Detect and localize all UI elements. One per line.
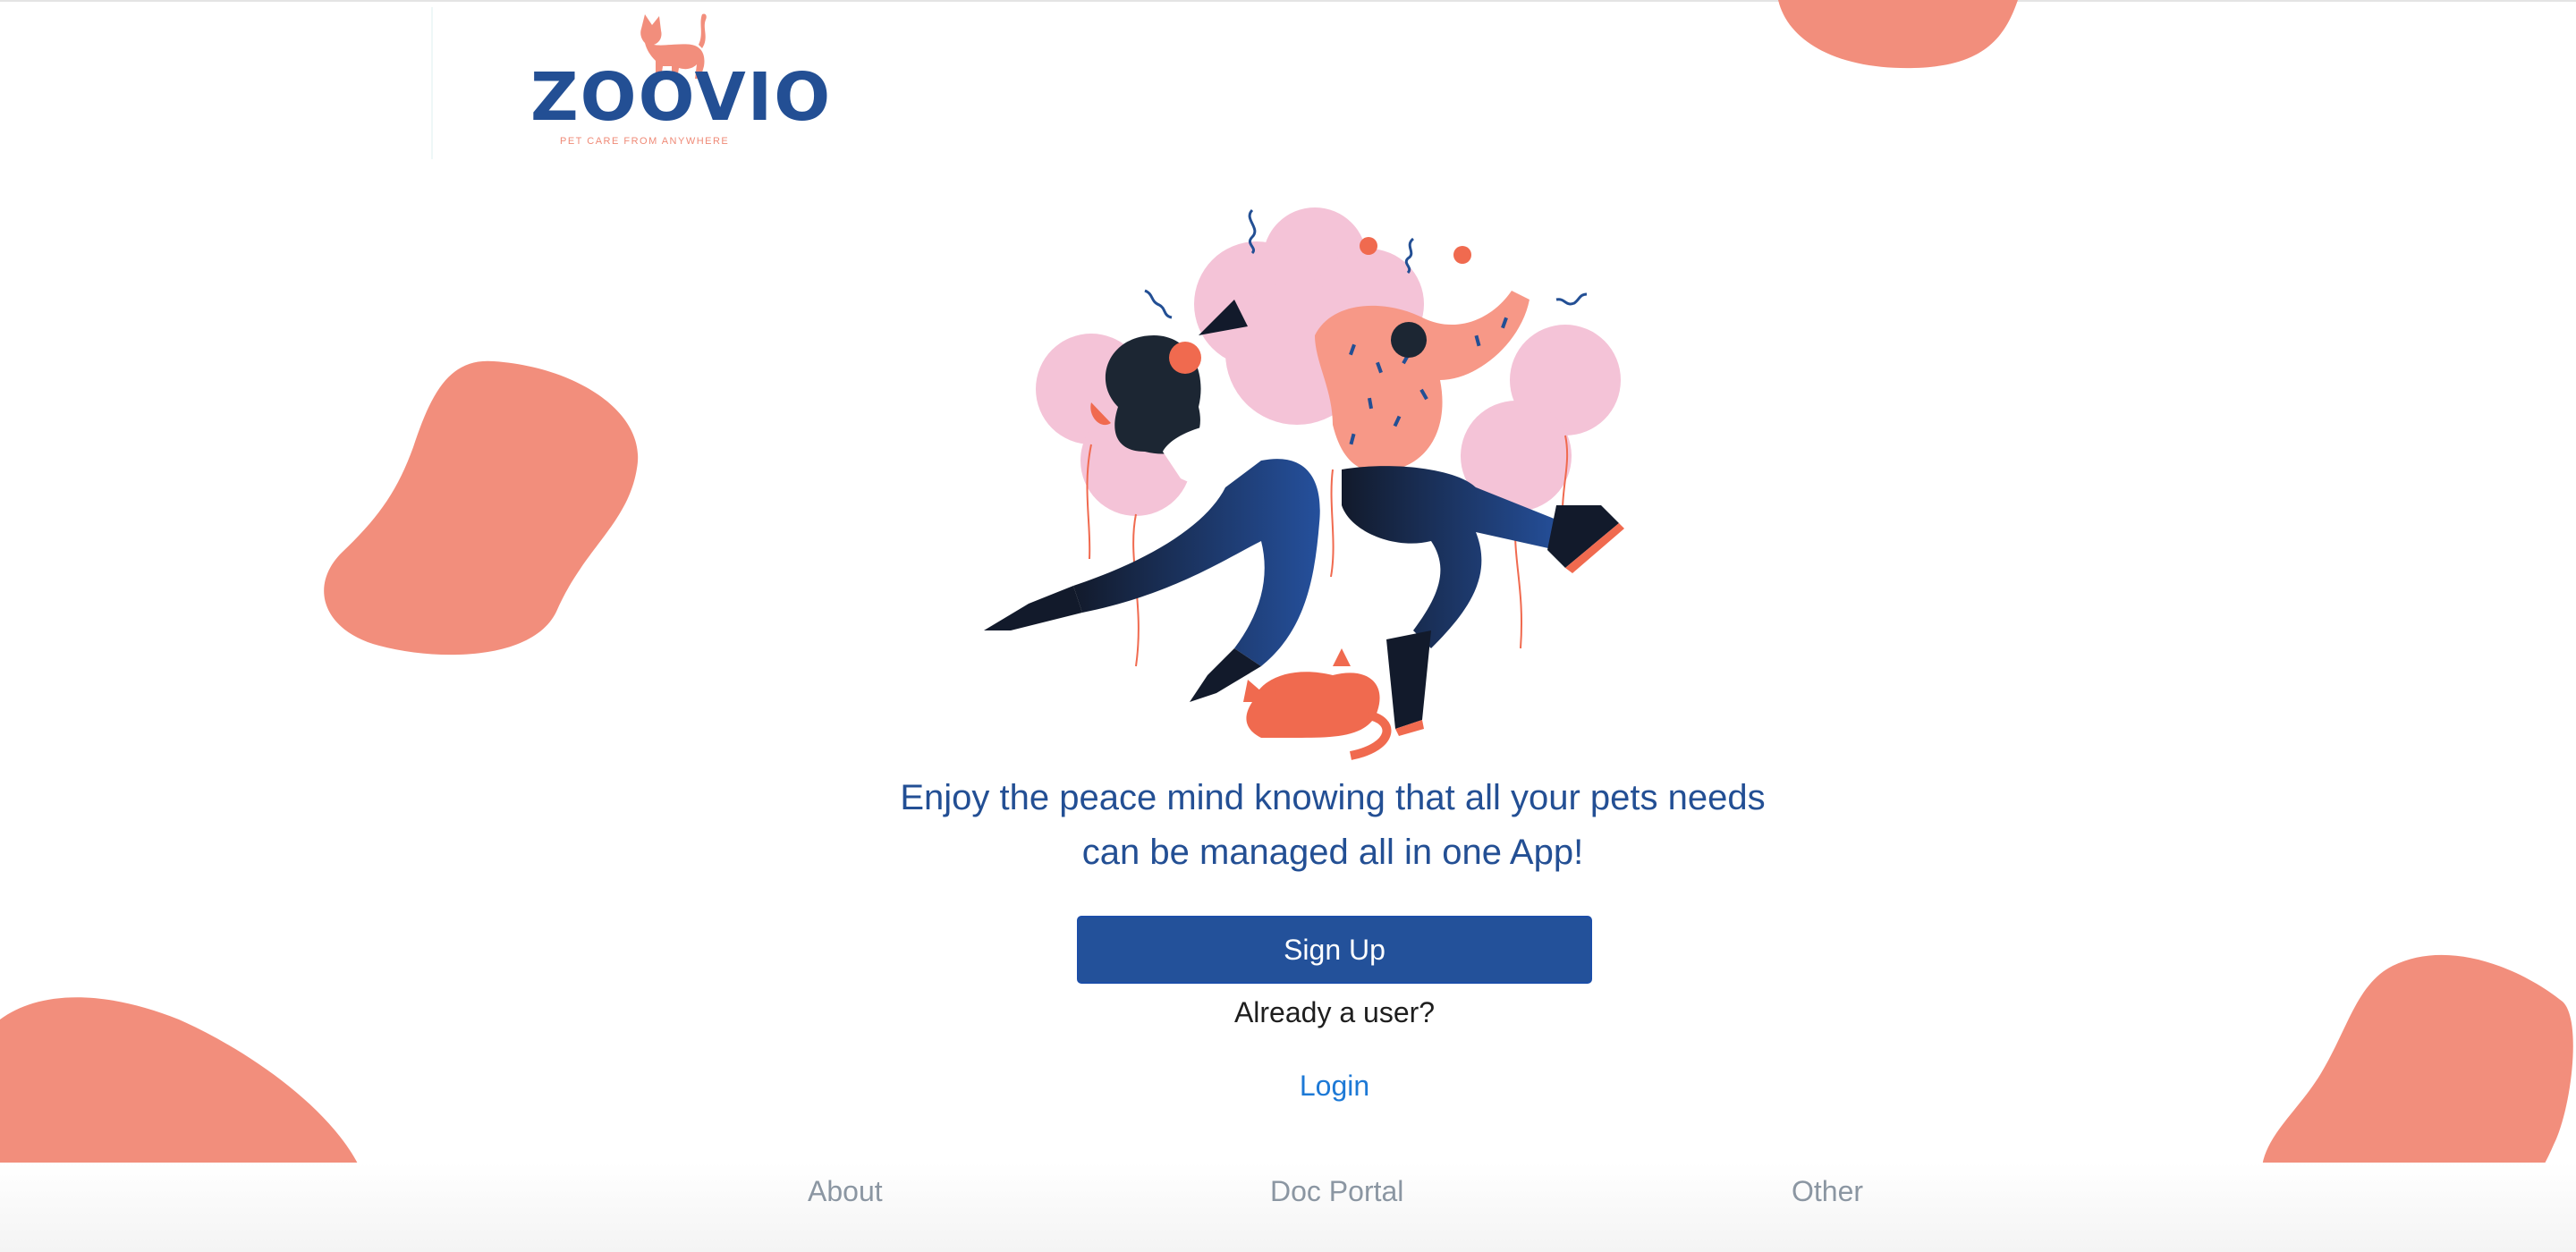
top-border — [0, 0, 2576, 2]
cat-illustration — [1243, 648, 1392, 760]
hero-message-line2: can be managed all in one App! — [1081, 833, 1584, 872]
decor-blob-left — [324, 360, 639, 656]
header-divider — [431, 7, 433, 159]
login-link[interactable]: Login — [1252, 1070, 1417, 1103]
logo-tagline: PET CARE FROM ANYWHERE — [560, 136, 730, 147]
landing-page: ZOOVIO PET CARE FROM ANYWHERE Enjoy the … — [0, 0, 2576, 1252]
sign-up-button[interactable]: Sign Up — [1077, 916, 1592, 984]
footer-link-about[interactable]: About — [808, 1175, 883, 1208]
hero-message: Enjoy the peace mind knowing that all yo… — [841, 771, 1825, 880]
footer-link-doc-portal[interactable]: Doc Portal — [1270, 1175, 1403, 1208]
hero-illustration — [984, 207, 1624, 760]
decor-blob-top-right — [1778, 0, 2018, 69]
already-user-text: Already a user? — [1233, 996, 1436, 1028]
footer-link-other[interactable]: Other — [1792, 1175, 1863, 1208]
man-figure — [1315, 237, 1624, 736]
logo-wordmark: ZOOVIO — [530, 59, 833, 136]
brand-logo[interactable]: ZOOVIO PET CARE FROM ANYWHERE — [523, 9, 830, 152]
hero-message-line1: Enjoy the peace mind knowing that all yo… — [900, 778, 1766, 817]
